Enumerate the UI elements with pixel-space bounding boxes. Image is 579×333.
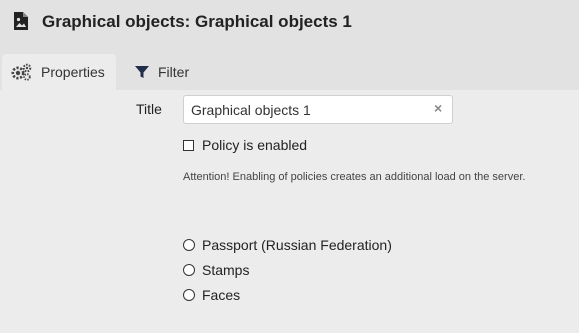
- radio-label: Passport (Russian Federation): [202, 237, 392, 253]
- radio-faces[interactable]: Faces: [183, 287, 240, 303]
- gears-icon: [11, 63, 32, 81]
- radio-stamps[interactable]: Stamps: [183, 262, 249, 278]
- tab-filter-label: Filter: [158, 64, 190, 80]
- radio-label: Stamps: [202, 262, 250, 278]
- filter-icon: [135, 66, 149, 78]
- policy-checkbox-row[interactable]: Policy is enabled: [183, 137, 307, 153]
- properties-panel: Title × Policy is enabled Attention! Ena…: [0, 90, 579, 333]
- tab-properties-label: Properties: [41, 64, 105, 80]
- radio-passport[interactable]: Passport (Russian Federation): [183, 237, 392, 253]
- tab-filter[interactable]: Filter: [120, 54, 210, 90]
- radio-button[interactable]: [183, 239, 195, 251]
- title-input[interactable]: [183, 95, 453, 124]
- radio-button[interactable]: [183, 264, 195, 276]
- page-header: Graphical objects: Graphical objects 1: [0, 0, 579, 52]
- policy-checkbox[interactable]: [183, 139, 194, 151]
- title-label: Title: [136, 101, 162, 117]
- attention-text: Attention! Enabling of policies creates …: [183, 171, 526, 183]
- clear-icon[interactable]: ×: [434, 99, 442, 117]
- policy-checkbox-label: Policy is enabled: [202, 137, 308, 153]
- page-title: Graphical objects: Graphical objects 1: [42, 12, 352, 31]
- radio-button[interactable]: [183, 289, 195, 301]
- tab-bar: Properties Filter: [0, 52, 579, 90]
- image-file-icon: [14, 12, 28, 30]
- radio-label: Faces: [202, 287, 241, 303]
- tab-properties[interactable]: Properties: [2, 54, 116, 90]
